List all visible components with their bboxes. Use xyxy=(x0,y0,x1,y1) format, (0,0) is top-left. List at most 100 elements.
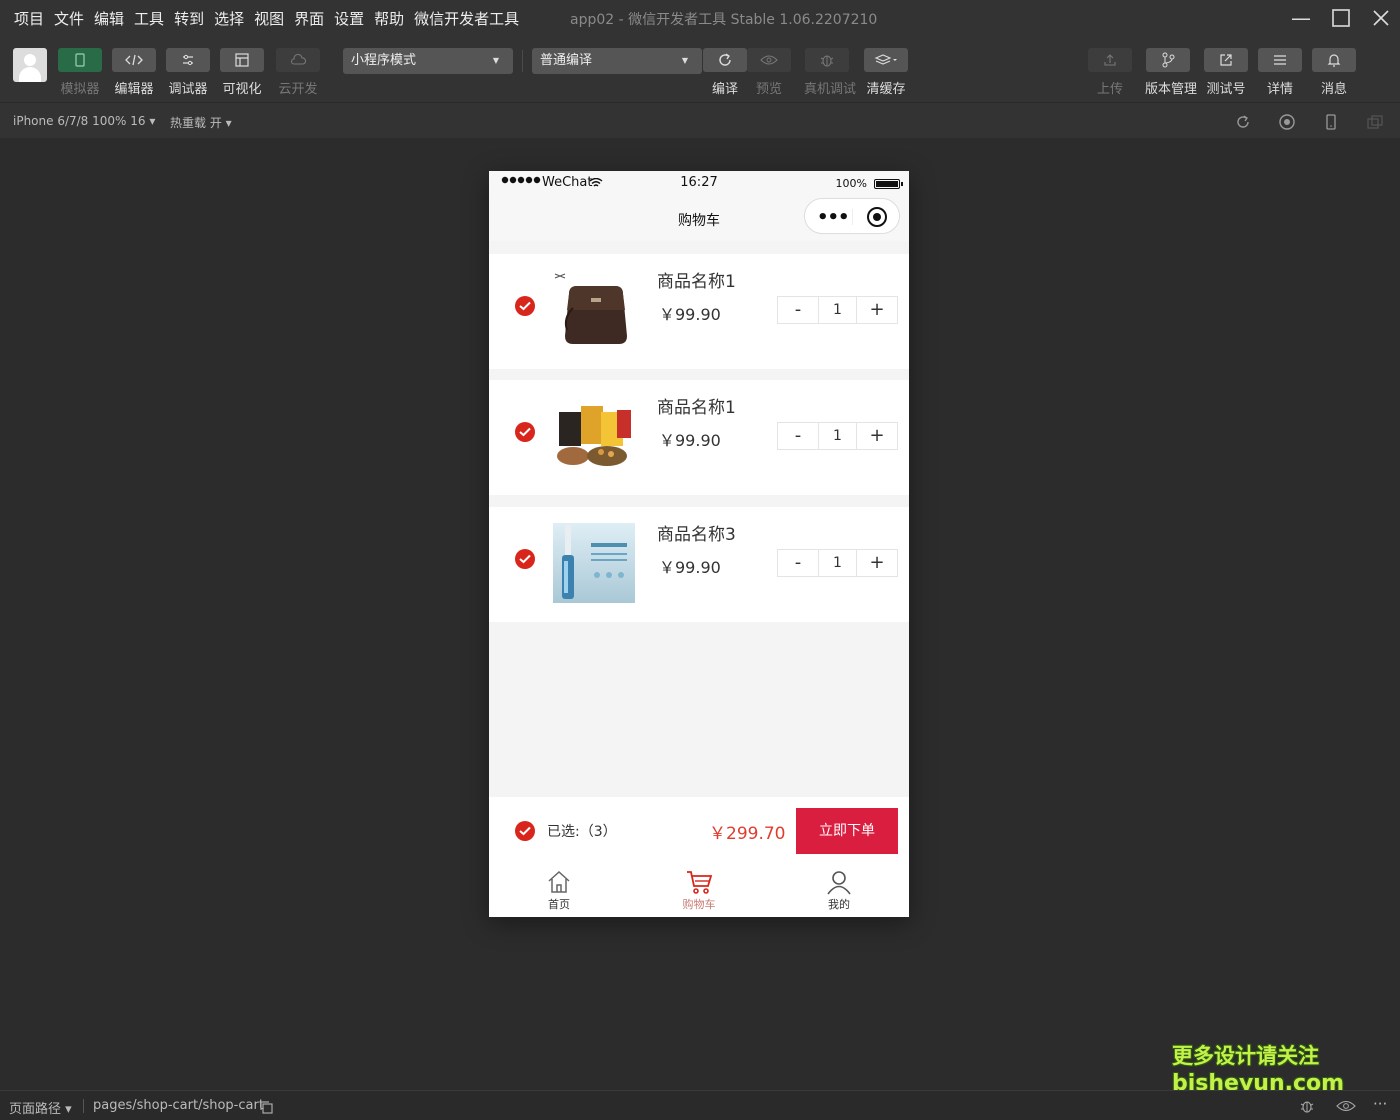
maximize-icon[interactable] xyxy=(1321,4,1361,32)
page-path-select[interactable]: 页面路径 ▾ xyxy=(9,1098,72,1117)
hot-reload-toggle[interactable]: 热重载 开 ▾ xyxy=(170,114,232,131)
product-image-serum-bottle[interactable] xyxy=(551,521,637,605)
debugger-tool[interactable]: 调试器 xyxy=(165,48,211,97)
phone-simulator: WeChat 16:27 100% 购物车 ••• 商品名称1 ￥99.90 -… xyxy=(489,171,909,917)
visual-label: 可视化 xyxy=(222,82,262,97)
close-icon[interactable] xyxy=(1361,4,1400,32)
battery-icon xyxy=(874,179,903,189)
clear-cache-tool[interactable]: 清缓存 xyxy=(863,48,909,97)
more-icon[interactable]: ••• xyxy=(817,207,850,228)
tab-bar: 首页 购物车 我的 xyxy=(489,861,909,917)
more-options-icon[interactable]: ··· xyxy=(1373,1095,1387,1113)
increase-button[interactable]: + xyxy=(857,423,897,449)
mode-select-value: 小程序模式 xyxy=(351,53,417,68)
tab-cart[interactable]: 购物车 xyxy=(629,861,769,917)
clear-cache-label: 清缓存 xyxy=(866,82,906,97)
menu-help[interactable]: 帮助 xyxy=(369,8,409,29)
menu-tools[interactable]: 工具 xyxy=(129,8,169,29)
eye-icon xyxy=(760,55,778,65)
refresh-icon xyxy=(719,53,731,66)
quantity-value[interactable]: 1 xyxy=(818,550,857,576)
battery-percent: 100% xyxy=(835,177,867,190)
editor-label: 编辑器 xyxy=(114,82,154,97)
cart-icon xyxy=(687,871,713,894)
eye-icon[interactable] xyxy=(1336,1099,1356,1113)
nav-bar: 购物车 ••• xyxy=(489,195,909,241)
selected-count: 已选:（3） xyxy=(547,824,617,840)
cart-item: 商品名称1 ￥99.90 - 1 + xyxy=(489,380,909,495)
phone-icon xyxy=(75,53,85,67)
toolbar: 模拟器 编辑器 调试器 可视化 云开发 小程序模式 ▼ 普通编译 ▼ 编译 预览… xyxy=(0,36,1400,102)
editor-tool[interactable]: 编辑器 xyxy=(111,48,157,97)
close-mini-program-icon[interactable] xyxy=(867,207,887,227)
quantity-stepper: - 1 + xyxy=(777,549,898,577)
menu-select[interactable]: 选择 xyxy=(209,8,249,29)
menu-view[interactable]: 视图 xyxy=(249,8,289,29)
simulator-tool[interactable]: 模拟器 xyxy=(57,48,103,97)
preview-tool[interactable]: 预览 xyxy=(746,48,792,97)
remote-debug-label: 真机调试 xyxy=(804,82,857,97)
minimize-icon[interactable]: — xyxy=(1281,4,1321,32)
place-order-button[interactable]: 立即下单 xyxy=(796,808,898,854)
tab-profile[interactable]: 我的 xyxy=(769,861,909,917)
menu-devtools[interactable]: 微信开发者工具 xyxy=(409,8,524,29)
menu-icon xyxy=(1274,55,1286,65)
simulator-label: 模拟器 xyxy=(60,82,100,97)
rotate-icon[interactable] xyxy=(1234,113,1252,131)
messages-tool[interactable]: 消息 xyxy=(1311,48,1357,97)
watermark-line1: 更多设计请关注 xyxy=(1172,1044,1319,1068)
window-title: app02 - 微信开发者工具 Stable 1.06.2207210 xyxy=(570,12,878,28)
upload-tool[interactable]: 上传 xyxy=(1087,48,1133,97)
compile-select[interactable]: 普通编译 ▼ xyxy=(532,48,702,74)
quantity-value[interactable]: 1 xyxy=(818,423,857,449)
item-checkbox[interactable] xyxy=(515,549,535,569)
menu-file[interactable]: 文件 xyxy=(49,8,89,29)
product-name: 商品名称1 xyxy=(657,398,736,418)
device-select[interactable]: iPhone 6/7/8 100% 16 ▾ xyxy=(13,114,155,128)
copy-icon[interactable] xyxy=(259,1100,273,1114)
cloud-tool[interactable]: 云开发 xyxy=(275,48,321,97)
increase-button[interactable]: + xyxy=(857,297,897,323)
branch-icon xyxy=(1162,52,1175,68)
test-account-tool[interactable]: 测试号 xyxy=(1203,48,1249,97)
bug-icon[interactable] xyxy=(1298,1098,1316,1114)
visual-tool[interactable]: 可视化 xyxy=(219,48,265,97)
menu-edit[interactable]: 编辑 xyxy=(89,8,129,29)
page-path: pages/shop-cart/shop-cart xyxy=(93,1098,264,1113)
menu-goto[interactable]: 转到 xyxy=(169,8,209,29)
preview-label: 预览 xyxy=(755,82,782,97)
version-tool[interactable]: 版本管理 xyxy=(1145,48,1197,97)
cart-footer: 已选:（3） ￥299.70 立即下单 xyxy=(489,797,909,861)
compile-tool[interactable]: 编译 xyxy=(702,48,748,97)
decrease-button[interactable]: - xyxy=(778,423,818,449)
product-image-leather-bag[interactable] xyxy=(551,268,637,352)
menu-project[interactable]: 项目 xyxy=(0,8,49,29)
messages-label: 消息 xyxy=(1320,82,1347,97)
stop-icon[interactable] xyxy=(1278,113,1296,131)
mode-select[interactable]: 小程序模式 ▼ xyxy=(343,48,513,74)
device-icon[interactable] xyxy=(1322,113,1340,131)
menu-interface[interactable]: 界面 xyxy=(289,8,329,29)
product-image-snack-food[interactable] xyxy=(551,394,637,478)
cloud-label: 云开发 xyxy=(278,82,318,97)
avatar[interactable] xyxy=(13,48,47,82)
select-all-checkbox[interactable] xyxy=(515,821,535,841)
user-icon xyxy=(827,871,851,895)
menu-settings[interactable]: 设置 xyxy=(329,8,369,29)
details-tool[interactable]: 详情 xyxy=(1257,48,1303,97)
debug-icon xyxy=(183,54,193,66)
increase-button[interactable]: + xyxy=(857,550,897,576)
detach-icon[interactable] xyxy=(1366,113,1384,131)
capsule-menu: ••• xyxy=(804,198,900,234)
decrease-button[interactable]: - xyxy=(778,297,818,323)
cart-item: 商品名称1 ￥99.90 - 1 + xyxy=(489,254,909,369)
tab-home-label: 首页 xyxy=(548,898,570,911)
quantity-value[interactable]: 1 xyxy=(818,297,857,323)
decrease-button[interactable]: - xyxy=(778,550,818,576)
remote-debug-tool[interactable]: 真机调试 xyxy=(804,48,857,97)
status-bar: WeChat 16:27 100% xyxy=(489,171,909,195)
bug-icon xyxy=(820,55,834,67)
item-checkbox[interactable] xyxy=(515,296,535,316)
item-checkbox[interactable] xyxy=(515,422,535,442)
tab-home[interactable]: 首页 xyxy=(489,861,629,917)
